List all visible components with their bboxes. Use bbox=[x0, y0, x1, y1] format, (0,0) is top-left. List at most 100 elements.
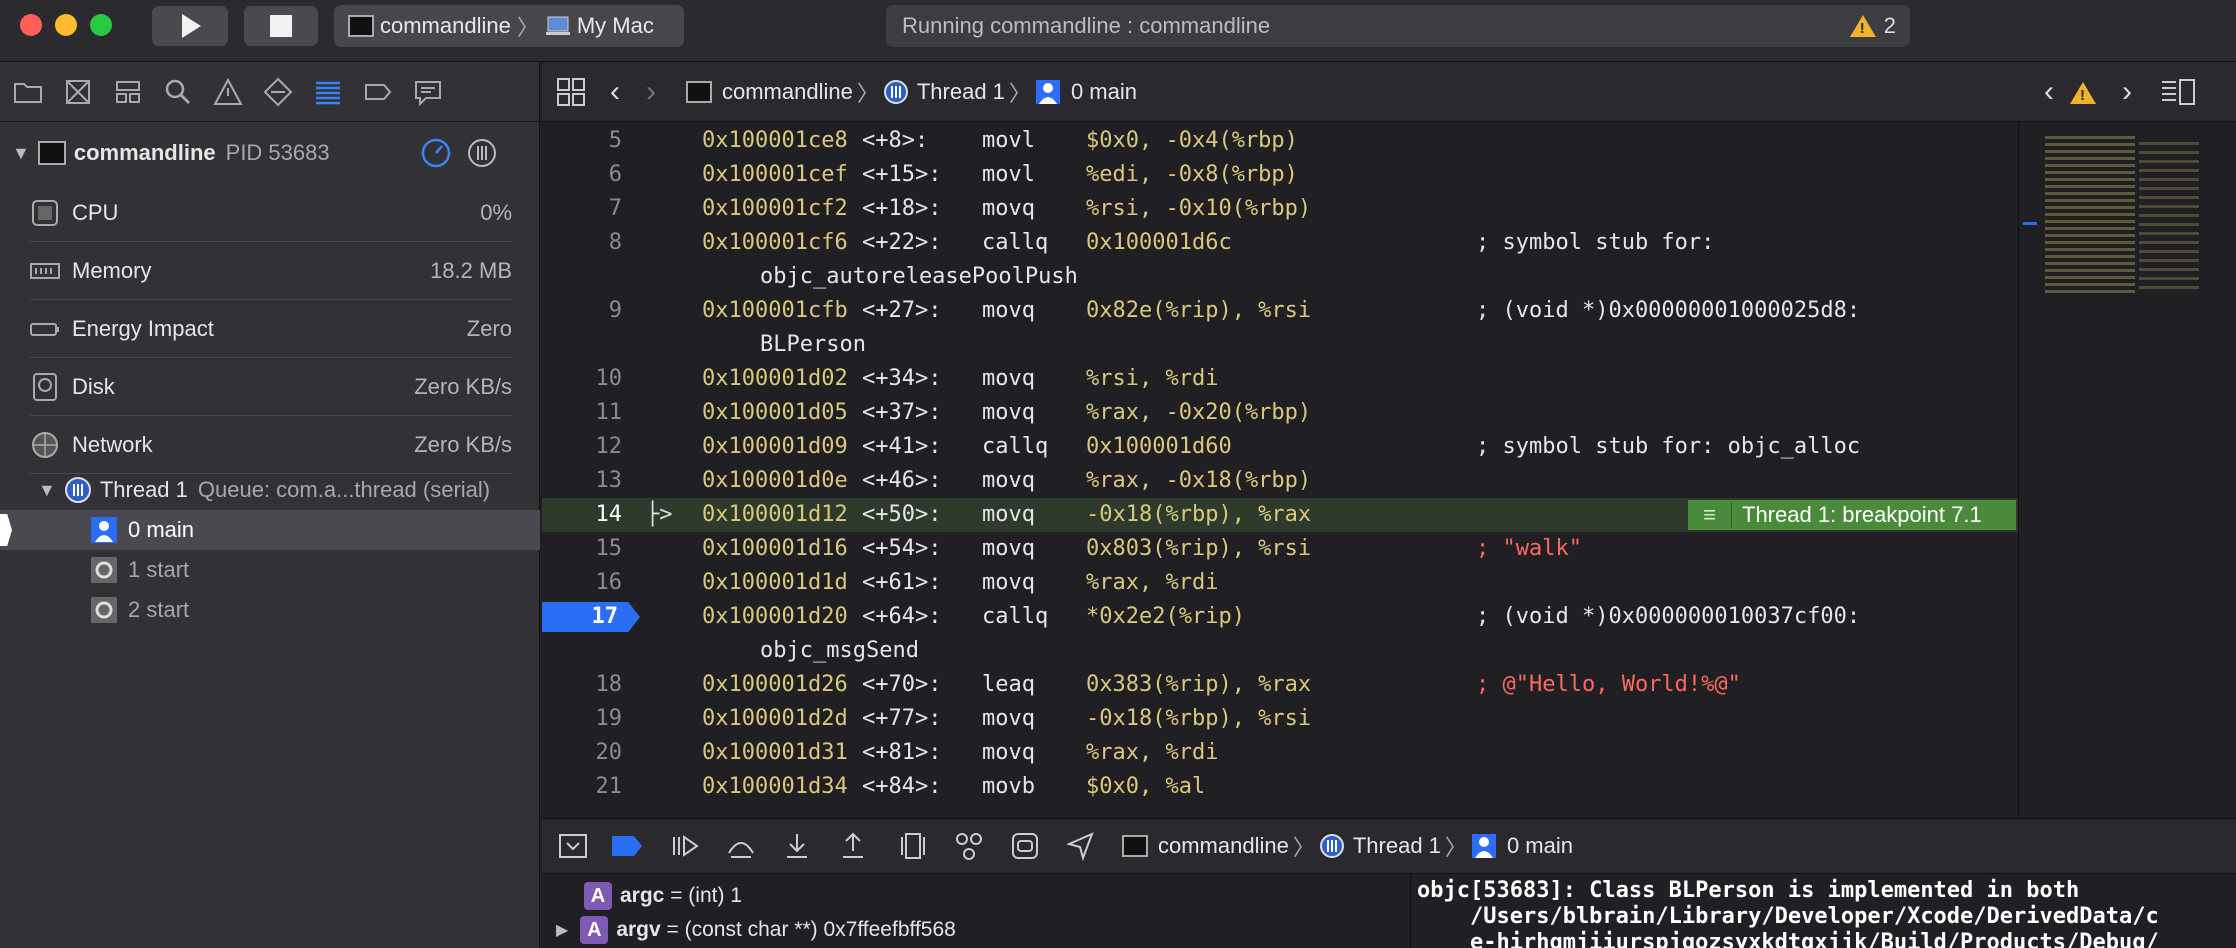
test-icon[interactable] bbox=[262, 76, 294, 108]
stack-frame-row[interactable]: 0 main bbox=[0, 510, 540, 550]
line-number[interactable]: 8 bbox=[542, 230, 622, 255]
warning-counter[interactable]: ! 2 bbox=[1849, 13, 1896, 39]
code-line[interactable]: 7 0x100001cf2 <+18>: movq %rsi, -0x10(%rbp) bbox=[542, 192, 2018, 226]
run-button[interactable] bbox=[152, 6, 228, 46]
source-control-icon[interactable] bbox=[62, 76, 94, 108]
thread-view-icon[interactable] bbox=[466, 137, 498, 169]
breakpoints-toggle-icon[interactable] bbox=[610, 833, 644, 859]
addr-token: 0x100001d09 bbox=[702, 434, 848, 459]
report-icon[interactable] bbox=[412, 76, 444, 108]
symbol-icon[interactable] bbox=[112, 76, 144, 108]
debug-frame[interactable]: 0 main bbox=[1507, 833, 1573, 859]
line-number[interactable]: 21 bbox=[542, 774, 623, 799]
variable-row[interactable]: ▶ A argv = (const char **) 0x7ffeefbff56… bbox=[556, 916, 956, 944]
line-number[interactable]: 20 bbox=[542, 740, 623, 765]
line-number[interactable]: 6 bbox=[542, 162, 622, 187]
step-over-icon[interactable] bbox=[726, 831, 756, 861]
step-into-icon[interactable] bbox=[782, 831, 812, 861]
breakpoint-navigator-icon[interactable] bbox=[362, 76, 394, 108]
gauge-cpu[interactable]: CPU 0% bbox=[30, 184, 512, 242]
code-line[interactable]: 5 0x100001ce8 <+8>: movl $0x0, -0x4(%rbp) bbox=[542, 124, 2018, 158]
stack-frame-row[interactable]: 2 start bbox=[0, 590, 540, 630]
previous-issue-icon[interactable]: ‹ bbox=[2044, 75, 2054, 109]
minimap[interactable] bbox=[2018, 122, 2236, 816]
hide-debug-area-icon[interactable] bbox=[558, 831, 588, 861]
issue-icon[interactable] bbox=[212, 76, 244, 108]
code-line[interactable]: 18 0x100001d26 <+70>: leaq 0x383(%rip), %rax… bbox=[542, 668, 2018, 702]
stop-button[interactable] bbox=[244, 6, 318, 46]
jump-target[interactable]: commandline bbox=[722, 79, 853, 105]
breakpoint-annotation[interactable]: ≡ Thread 1: breakpoint 7.1 bbox=[1688, 500, 2016, 530]
step-out-icon[interactable] bbox=[838, 831, 868, 861]
jump-thread[interactable]: Thread 1 bbox=[917, 79, 1005, 105]
code-line[interactable]: 6 0x100001cef <+15>: movl %edi, -0x8(%rbp) bbox=[542, 158, 2018, 192]
forward-icon[interactable]: › bbox=[646, 75, 656, 109]
adjust-editor-icon[interactable] bbox=[2160, 78, 2196, 106]
line-number[interactable]: 10 bbox=[542, 366, 623, 391]
warning-count: 2 bbox=[1883, 13, 1896, 38]
code-line[interactable]: 10 0x100001d02 <+34>: movq %rsi, %rdi bbox=[542, 362, 2018, 396]
back-icon[interactable]: ‹ bbox=[610, 75, 620, 109]
memory-graph-icon[interactable] bbox=[954, 831, 984, 861]
minimize-window-button[interactable] bbox=[55, 14, 77, 36]
line-number[interactable]: 18 bbox=[542, 672, 623, 697]
code-line[interactable]: 14 ├> 0x100001d12 <+50>: movq -0x18(%rbp), %r… bbox=[542, 498, 2018, 532]
disclosure-triangle-icon[interactable]: ▼ bbox=[12, 143, 30, 164]
jump-frame[interactable]: 0 main bbox=[1071, 79, 1137, 105]
process-row[interactable]: ▼ commandline PID 53683 bbox=[0, 122, 539, 184]
line-number[interactable]: 12 bbox=[542, 434, 623, 459]
code-line[interactable]: 8 0x100001cf6 <+22>: callq 0x100001d6c ; symb… bbox=[542, 226, 2018, 294]
continue-icon[interactable] bbox=[670, 831, 700, 861]
line-number[interactable]: 11 bbox=[542, 400, 623, 425]
debug-navigator-icon[interactable] bbox=[312, 76, 344, 108]
warning-icon[interactable]: ! bbox=[2070, 82, 2096, 104]
next-issue-icon[interactable]: › bbox=[2122, 75, 2132, 109]
related-items-icon[interactable] bbox=[556, 77, 586, 107]
code-area[interactable]: 5 0x100001ce8 <+8>: movl $0x0, -0x4(%rbp) 6 0x… bbox=[542, 122, 2018, 816]
zoom-window-button[interactable] bbox=[90, 14, 112, 36]
folder-icon[interactable] bbox=[12, 76, 44, 108]
line-number[interactable]: 5 bbox=[542, 128, 622, 153]
breakpoint-marker[interactable]: 17 bbox=[542, 602, 640, 632]
line-number[interactable]: 19 bbox=[542, 706, 623, 731]
scheme-selector[interactable]: commandline 〉 My Mac bbox=[334, 5, 684, 47]
stop-icon bbox=[270, 15, 292, 37]
search-icon[interactable] bbox=[162, 76, 194, 108]
code-line[interactable]: 9 0x100001cfb <+27>: movq 0x82e(%rip), %rsi;… bbox=[542, 294, 2018, 362]
stack-frame-row[interactable]: 1 start bbox=[0, 550, 540, 590]
close-window-button[interactable] bbox=[20, 14, 42, 36]
line-number[interactable]: 15 bbox=[542, 536, 623, 561]
gauge-memory[interactable]: Memory 18.2 MB bbox=[30, 242, 512, 300]
disclosure-triangle-icon[interactable]: ▶ bbox=[556, 920, 568, 940]
console-output[interactable]: objc[53683]: Class BLPerson is implement… bbox=[1410, 874, 2236, 948]
line-number[interactable]: 14 bbox=[542, 502, 623, 527]
code-line[interactable]: 21 0x100001d34 <+84>: movb $0x0, %al bbox=[542, 770, 2018, 804]
environment-overrides-icon[interactable] bbox=[1010, 831, 1040, 861]
code-line[interactable]: 15 0x100001d16 <+54>: movq 0x803(%rip), %rsi… bbox=[542, 532, 2018, 566]
debug-thread[interactable]: Thread 1 bbox=[1353, 833, 1441, 859]
gauge-network[interactable]: Network Zero KB/s bbox=[30, 416, 512, 474]
code-line[interactable]: 12 0x100001d09 <+41>: callq 0x100001d60 ; sym… bbox=[542, 430, 2018, 464]
code-line[interactable]: 19 0x100001d2d <+77>: movq -0x18(%rbp), %rsi bbox=[542, 702, 2018, 736]
code-line[interactable]: 13 0x100001d0e <+46>: movq %rax, -0x18(%rbp) bbox=[542, 464, 2018, 498]
debug-target[interactable]: commandline bbox=[1158, 833, 1289, 859]
line-number[interactable]: 7 bbox=[542, 196, 622, 221]
variable-row[interactable]: A argc = (int) 1 bbox=[584, 882, 742, 910]
disclosure-triangle-icon[interactable]: ▼ bbox=[38, 480, 56, 501]
gauge-icon[interactable] bbox=[420, 137, 452, 169]
line-number[interactable]: 13 bbox=[542, 468, 623, 493]
code-line[interactable]: 11 0x100001d05 <+37>: movq %rax, -0x20(%rbp) bbox=[542, 396, 2018, 430]
code-line[interactable]: 20 0x100001d31 <+81>: movq %rax, %rdi bbox=[542, 736, 2018, 770]
simulate-location-icon[interactable] bbox=[1066, 831, 1096, 861]
view-hierarchy-icon[interactable] bbox=[898, 831, 928, 861]
gauge-value: 0% bbox=[480, 199, 512, 225]
code-line[interactable]: 17 0x100001d20 <+64>: callq *0x2e2(%rip) ; (v… bbox=[542, 600, 2018, 668]
thread-row[interactable]: ▼ Thread 1 Queue: com.a...thread (serial… bbox=[0, 470, 540, 510]
gauge-energy[interactable]: Energy Impact Zero bbox=[30, 300, 512, 358]
gauge-disk[interactable]: Disk Zero KB/s bbox=[30, 358, 512, 416]
code-line[interactable]: 16 0x100001d1d <+61>: movq %rax, %rdi bbox=[542, 566, 2018, 600]
line-number[interactable]: 9 bbox=[542, 298, 622, 323]
off-token: callq bbox=[982, 434, 1049, 459]
line-number[interactable]: 16 bbox=[542, 570, 623, 595]
user-frame-icon bbox=[1035, 79, 1060, 104]
